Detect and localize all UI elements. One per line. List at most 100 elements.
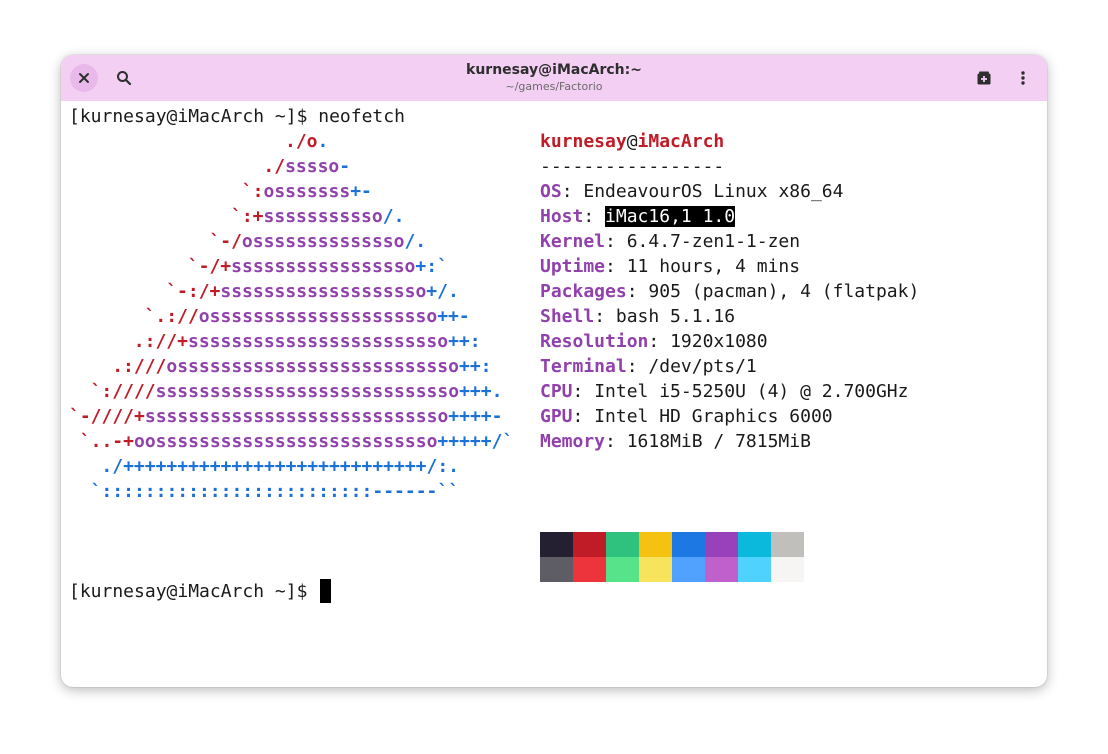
color-swatch <box>672 532 705 557</box>
scrollbar[interactable] <box>1041 686 1044 687</box>
logo-segment: `-/+ <box>187 256 232 277</box>
color-swatch <box>573 532 606 557</box>
info-colon: : <box>583 206 606 227</box>
logo-segment: ./++++++++++++++++++++++++++++/:. <box>101 456 460 477</box>
logo-line: `:+sssssssssso/. <box>231 204 404 229</box>
logo-segment: ./o <box>285 131 318 152</box>
search-icon <box>117 71 132 86</box>
logo-segment: ++: <box>448 331 481 352</box>
logo-line: ./o. <box>285 129 328 154</box>
menu-button[interactable] <box>1009 64 1037 92</box>
terminal-window: kurnesay@iMacArch:~ ~/games/Factorio [ku… <box>61 55 1047 687</box>
logo-segment: `.:// <box>144 306 199 327</box>
info-value: 11 hours, 4 mins <box>626 256 801 277</box>
window-title: kurnesay@iMacArch:~ <box>466 62 642 78</box>
info-colon: : <box>572 406 595 427</box>
logo-segment: `:+ <box>231 206 264 227</box>
terminal-view[interactable]: [kurnesay@iMacArch ~]$ neofetch ./o. ./ss… <box>61 101 1047 687</box>
logo-segment: /. <box>382 206 405 227</box>
logo-line: ./sssso- <box>263 154 350 179</box>
logo-line: `:////ssssssssssssssssssssssssssso+++. <box>91 379 503 404</box>
color-swatch <box>639 557 672 582</box>
color-swatch <box>540 557 573 582</box>
logo-segment: ssssssssssssssssssssssssssso <box>155 381 460 402</box>
prompt-command-line: [kurnesay@iMacArch ~]$ neofetch <box>69 106 405 127</box>
logo-line: `-////+ssssssssssssssssssssssssssso++++- <box>69 404 502 429</box>
info-colon: : <box>605 231 627 252</box>
logo-segment: oossssssssssssssssssssssssso <box>133 431 438 452</box>
user-host-line: kurnesay@iMacArch <box>540 129 724 154</box>
search-button[interactable] <box>110 64 138 92</box>
info-line-packages: Packages: 905 (pacman), 4 (flatpak) <box>540 279 919 304</box>
info-colon: : <box>605 431 627 452</box>
color-swatch <box>639 532 672 557</box>
logo-segment: +++. <box>459 381 503 402</box>
logo-segment: `-////+ <box>69 406 145 427</box>
logo-segment: `..-+ <box>79 431 134 452</box>
info-label: Uptime <box>540 256 606 277</box>
close-button[interactable] <box>70 64 98 92</box>
info-label: Resolution <box>540 331 649 352</box>
logo-segment: - <box>339 156 351 177</box>
logo-segment: .://+ <box>133 331 188 352</box>
separator-line: ----------------- <box>540 156 725 177</box>
info-colon: : <box>626 281 649 302</box>
logo-line: `:::::::::::::::::::::::::------`` <box>91 479 459 504</box>
info-label: Host <box>540 206 584 227</box>
info-value: 6.4.7-zen1-1-zen <box>626 231 801 252</box>
info-value: Intel i5-5250U (4) @ 2.700GHz <box>594 381 909 402</box>
color-swatch <box>771 557 804 582</box>
info-line-shell: Shell: bash 5.1.16 <box>540 304 735 329</box>
color-swatch <box>738 557 771 582</box>
logo-segment: +/. <box>426 281 459 302</box>
logo-segment: /. <box>404 231 427 252</box>
logo-line: `..-+oossssssssssssssssssssssssso+++++/` <box>80 429 513 454</box>
info-line-kernel: Kernel: 6.4.7-zen1-1-zen <box>540 229 800 254</box>
color-swatch <box>540 532 573 557</box>
logo-line: .:///ossssssssssssssssssssssssso++: <box>112 354 491 379</box>
logo-segment: ssssssssssssssssssssssssssso <box>144 406 449 427</box>
host-name: iMacArch <box>637 131 725 152</box>
info-colon: : <box>594 306 616 327</box>
logo-segment: ++- <box>437 306 470 327</box>
color-swatch <box>672 557 705 582</box>
text-cursor <box>320 579 331 603</box>
info-line-os: OS: EndeavourOS Linux x86_64 <box>540 179 843 204</box>
logo-segment: +:` <box>415 256 448 277</box>
logo-segment: ++++- <box>448 406 503 427</box>
info-label: OS <box>540 181 562 202</box>
info-value: 1920x1080 <box>670 331 768 352</box>
logo-line: ./++++++++++++++++++++++++++++/:. <box>101 454 459 479</box>
color-swatch <box>606 557 639 582</box>
logo-segment: `-:/+ <box>166 281 221 302</box>
window-title-area: kurnesay@iMacArch:~ ~/games/Factorio <box>361 61 747 94</box>
close-icon <box>79 73 89 83</box>
info-colon: : <box>561 181 584 202</box>
logo-segment: ssssssssssssssssssssssso <box>187 331 449 352</box>
info-line-uptime: Uptime: 11 hours, 4 mins <box>540 254 800 279</box>
user-name: kurnesay <box>540 131 627 152</box>
logo-line: `-:/+sssssssssssssssssso+/. <box>166 279 459 304</box>
info-colon: : <box>626 356 649 377</box>
info-value: EndeavourOS Linux x86_64 <box>583 181 844 202</box>
new-tab-icon <box>977 71 991 85</box>
logo-segment: `://// <box>90 381 156 402</box>
color-swatch <box>606 532 639 557</box>
logo-segment: .:/// <box>112 356 167 377</box>
color-swatch <box>705 557 738 582</box>
logo-segment: +- <box>350 181 372 202</box>
logo-line: `:osssssss+- <box>242 179 372 204</box>
logo-segment: osssssss <box>263 181 351 202</box>
color-swatch <box>705 532 738 557</box>
info-value: 905 (pacman), 4 (flatpak) <box>648 281 920 302</box>
info-line-host: Host: iMac16,1 1.0 <box>540 204 736 229</box>
logo-segment: . <box>317 131 329 152</box>
logo-line: `-/+sssssssssssssssso+:` <box>188 254 448 279</box>
info-label: Packages <box>540 281 627 302</box>
new-tab-button[interactable] <box>970 64 998 92</box>
window-subtitle: ~/games/Factorio <box>505 80 603 93</box>
logo-segment: `-/ <box>209 231 242 252</box>
info-line-terminal: Terminal: /dev/pts/1 <box>540 354 757 379</box>
logo-segment: osssssssssssssssssssso <box>198 306 438 327</box>
info-label: Terminal <box>540 356 627 377</box>
